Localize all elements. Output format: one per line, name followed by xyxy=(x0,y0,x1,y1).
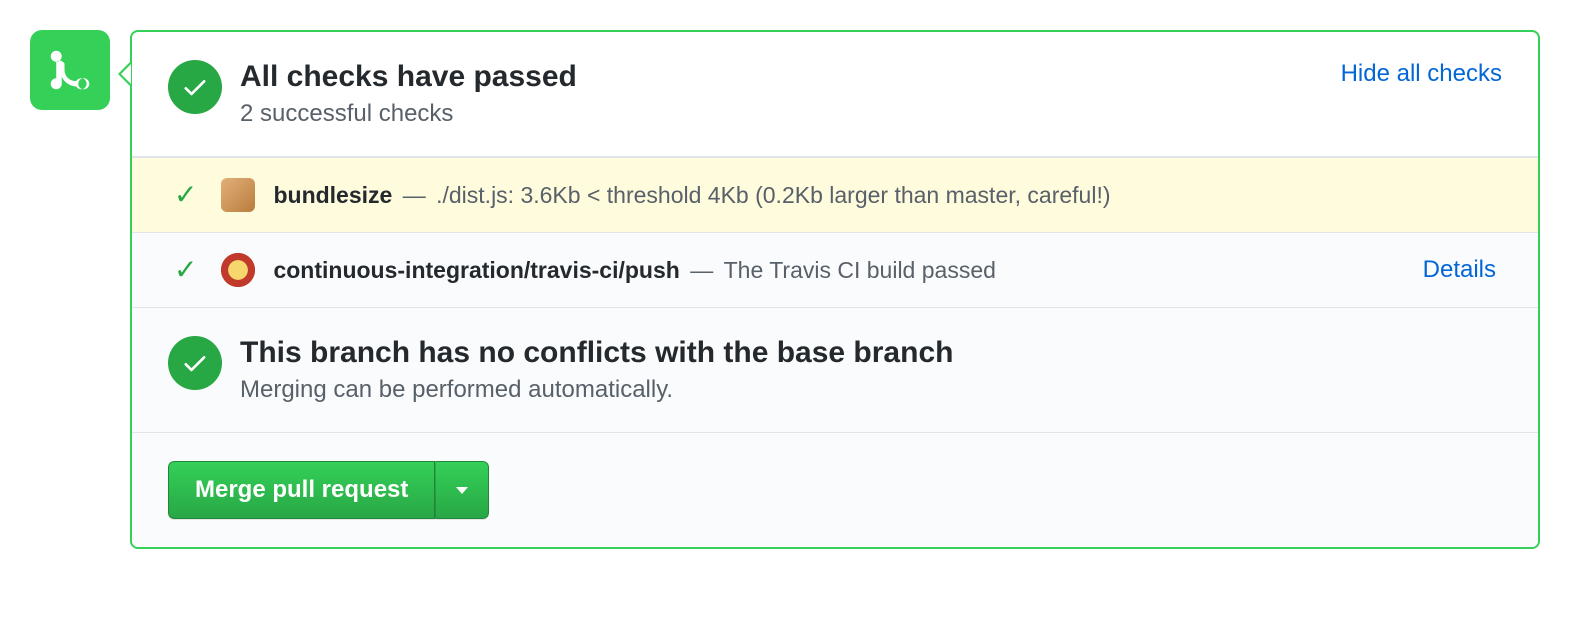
merge-pull-request-button[interactable]: Merge pull request xyxy=(168,461,435,519)
success-status-icon xyxy=(168,60,222,114)
hide-all-checks-link[interactable]: Hide all checks xyxy=(1341,60,1502,88)
check-details-link[interactable]: Details xyxy=(1423,256,1496,284)
package-icon xyxy=(221,178,255,212)
check-icon xyxy=(181,73,209,101)
merge-panel: All checks have passed 2 successful chec… xyxy=(130,30,1540,549)
conflicts-section: This branch has no conflicts with the ba… xyxy=(132,307,1538,433)
checks-title: All checks have passed xyxy=(240,60,1325,94)
check-icon: ✓ xyxy=(174,181,197,209)
checks-summary-section: All checks have passed 2 successful chec… xyxy=(132,32,1538,157)
conflicts-subtitle: Merging can be performed automatically. xyxy=(240,376,1502,404)
merge-button-group: Merge pull request xyxy=(168,461,489,519)
travis-icon xyxy=(221,253,255,287)
check-message: The Travis CI build passed xyxy=(724,257,996,283)
merge-options-dropdown[interactable] xyxy=(435,461,489,519)
check-name: continuous-integration/travis-ci/push xyxy=(273,257,679,283)
merge-actions-section: Merge pull request xyxy=(132,433,1538,547)
check-message: ./dist.js: 3.6Kb < threshold 4Kb (0.2Kb … xyxy=(436,182,1110,208)
checks-subtitle: 2 successful checks xyxy=(240,100,1325,128)
check-row[interactable]: ✓ bundlesize — ./dist.js: 3.6Kb < thresh… xyxy=(132,157,1538,232)
git-merge-icon xyxy=(48,48,92,92)
check-icon: ✓ xyxy=(174,256,197,284)
merge-status-badge xyxy=(30,30,110,110)
check-icon xyxy=(181,349,209,377)
check-name: bundlesize xyxy=(273,182,392,208)
conflicts-title: This branch has no conflicts with the ba… xyxy=(240,336,1502,370)
panel-pointer xyxy=(118,62,130,86)
check-row[interactable]: ✓ continuous-integration/travis-ci/push … xyxy=(132,232,1538,307)
success-status-icon xyxy=(168,336,222,390)
